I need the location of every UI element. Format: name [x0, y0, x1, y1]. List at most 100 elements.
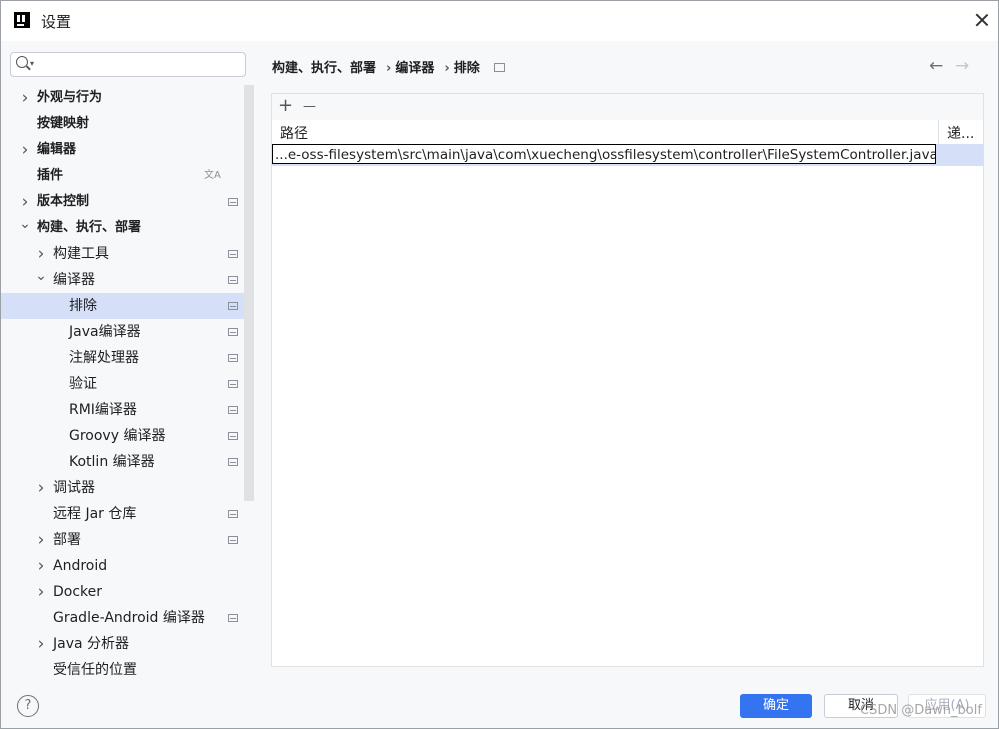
- sidebar-item-label: Groovy 编译器: [69, 428, 166, 444]
- chevron-right-icon[interactable]: [19, 85, 31, 113]
- sidebar-item[interactable]: Docker: [1, 579, 244, 605]
- title-bar: 设置: [1, 1, 998, 41]
- breadcrumb-item[interactable]: 编译器: [395, 61, 434, 76]
- settings-tree: 外观与行为按键映射编辑器插件 文A 版本控制构建、执行、部署构建工具编译器排除 Jav…: [1, 85, 254, 683]
- help-icon[interactable]: ?: [17, 695, 39, 717]
- exclude-panel: + — 路径 递... ...e-oss-filesystem\src\main…: [271, 93, 984, 667]
- project-scope-icon: [228, 432, 238, 440]
- project-scope-icon: [228, 458, 238, 466]
- sidebar-item[interactable]: Java编译器: [1, 319, 244, 345]
- chevron-right-icon[interactable]: [35, 579, 47, 607]
- project-scope-icon: [228, 536, 238, 544]
- table-header: 路径 递...: [272, 120, 983, 145]
- project-scope-icon: [228, 328, 238, 336]
- column-header-recursive[interactable]: 递...: [947, 123, 974, 143]
- project-scope-icon: [228, 406, 238, 414]
- add-icon[interactable]: +: [278, 96, 293, 116]
- column-header-path[interactable]: 路径: [280, 123, 308, 143]
- chevron-right-icon[interactable]: [35, 527, 47, 555]
- sidebar-item[interactable]: Groovy 编译器: [1, 423, 244, 449]
- intellij-app-icon: [14, 12, 30, 28]
- sidebar-item[interactable]: 版本控制: [1, 189, 244, 215]
- chevron-down-icon[interactable]: [35, 267, 47, 294]
- sidebar-item-label: 调试器: [53, 480, 95, 496]
- sidebar-item[interactable]: 编译器: [1, 267, 244, 293]
- project-scope-icon: [228, 198, 238, 206]
- sidebar-item-label: 部署: [53, 532, 81, 548]
- window-title: 设置: [41, 13, 72, 31]
- sidebar-item-label: 构建工具: [53, 246, 109, 262]
- back-arrow-icon[interactable]: ←: [929, 56, 943, 76]
- project-scope-icon: [228, 302, 238, 310]
- project-scope-icon: [493, 63, 505, 72]
- forward-arrow-icon[interactable]: →: [955, 56, 969, 76]
- sidebar-item[interactable]: 外观与行为: [1, 85, 244, 111]
- sidebar-item-label: 构建、执行、部署: [37, 220, 142, 235]
- chevron-right-icon[interactable]: [19, 189, 31, 217]
- sidebar-item-label: Gradle-Android 编译器: [53, 610, 205, 626]
- sidebar-item[interactable]: 构建、执行、部署: [1, 215, 244, 241]
- sidebar-item-label: 远程 Jar 仓库: [53, 506, 137, 522]
- sidebar-item[interactable]: 按键映射: [1, 111, 244, 137]
- search-icon: [16, 56, 28, 68]
- table-toolbar: + —: [272, 94, 983, 121]
- settings-window: 设置 ▾ 外观与行为按键映射编辑器插件文A版本控制构建、执行、部署构建工具编译器…: [0, 0, 999, 729]
- project-scope-icon: [228, 276, 238, 284]
- sidebar-item[interactable]: 调试器: [1, 475, 244, 501]
- sidebar-item[interactable]: Gradle-Android 编译器: [1, 605, 244, 631]
- sidebar-item-label: Kotlin 编译器: [69, 454, 155, 470]
- sidebar-item-label: 受信任的位置: [53, 662, 137, 678]
- table-row[interactable]: ...e-oss-filesystem\src\main\java\com\xu…: [272, 144, 983, 166]
- sidebar-item[interactable]: 远程 Jar 仓库: [1, 501, 244, 527]
- sidebar-item[interactable]: Kotlin 编译器: [1, 449, 244, 475]
- translate-icon: 文A: [204, 170, 221, 181]
- close-icon[interactable]: [973, 11, 991, 29]
- breadcrumb-separator: ›: [444, 61, 450, 76]
- sidebar-item[interactable]: 排除: [1, 293, 254, 319]
- sidebar-item-label: Android: [53, 558, 108, 574]
- sidebar-item-label: 注解处理器: [69, 350, 139, 366]
- sidebar-item[interactable]: 受信任的位置: [1, 657, 244, 683]
- project-scope-icon: [228, 510, 238, 518]
- breadcrumb-item[interactable]: 构建、执行、部署: [272, 61, 376, 76]
- column-divider[interactable]: [938, 120, 939, 144]
- sidebar-scrollbar[interactable]: [244, 85, 254, 501]
- chevron-down-icon[interactable]: [19, 215, 31, 242]
- chevron-right-icon[interactable]: [35, 631, 47, 659]
- project-scope-icon: [228, 380, 238, 388]
- sidebar-item-label: 外观与行为: [37, 90, 103, 105]
- search-input[interactable]: ▾: [10, 52, 246, 77]
- sidebar-item[interactable]: 构建工具: [1, 241, 244, 267]
- project-scope-icon: [228, 354, 238, 362]
- breadcrumb-item[interactable]: 排除: [454, 61, 480, 76]
- sidebar-item[interactable]: Java 分析器: [1, 631, 244, 657]
- chevron-right-icon[interactable]: [35, 475, 47, 503]
- sidebar-item-label: Java 分析器: [53, 636, 130, 652]
- settings-sidebar: ▾ 外观与行为按键映射编辑器插件 文A 版本控制构建、执行、部署构建工具编译器排除 J…: [1, 41, 254, 683]
- search-options-chevron-icon[interactable]: ▾: [30, 59, 34, 68]
- sidebar-item-label: 版本控制: [37, 194, 90, 209]
- sidebar-item-label: 排除: [69, 298, 97, 314]
- sidebar-item[interactable]: 验证: [1, 371, 244, 397]
- ok-button[interactable]: 确定: [740, 694, 812, 718]
- dialog-footer: ? 确定 取消 应用(A): [1, 683, 998, 728]
- project-scope-icon: [228, 614, 238, 622]
- sidebar-item[interactable]: 编辑器: [1, 137, 244, 163]
- sidebar-item-label: 按键映射: [37, 116, 90, 131]
- sidebar-item-label: RMI编译器: [69, 402, 137, 418]
- sidebar-item-label: 验证: [69, 376, 97, 392]
- sidebar-item-label: 插件: [37, 168, 64, 183]
- sidebar-item[interactable]: 注解处理器: [1, 345, 244, 371]
- sidebar-item[interactable]: Android: [1, 553, 244, 579]
- chevron-right-icon[interactable]: [35, 241, 47, 269]
- sidebar-item[interactable]: RMI编译器: [1, 397, 244, 423]
- project-scope-icon: [228, 250, 238, 258]
- sidebar-item-label: 编译器: [53, 272, 95, 288]
- breadcrumb: 构建、执行、部署 › 编译器 › 排除: [272, 57, 509, 76]
- chevron-right-icon[interactable]: [35, 553, 47, 581]
- chevron-right-icon[interactable]: [19, 137, 31, 165]
- sidebar-item[interactable]: 插件 文A: [1, 163, 244, 189]
- remove-icon[interactable]: —: [303, 97, 316, 117]
- sidebar-item[interactable]: 部署: [1, 527, 244, 553]
- path-cell-editor[interactable]: ...e-oss-filesystem\src\main\java\com\xu…: [272, 144, 936, 164]
